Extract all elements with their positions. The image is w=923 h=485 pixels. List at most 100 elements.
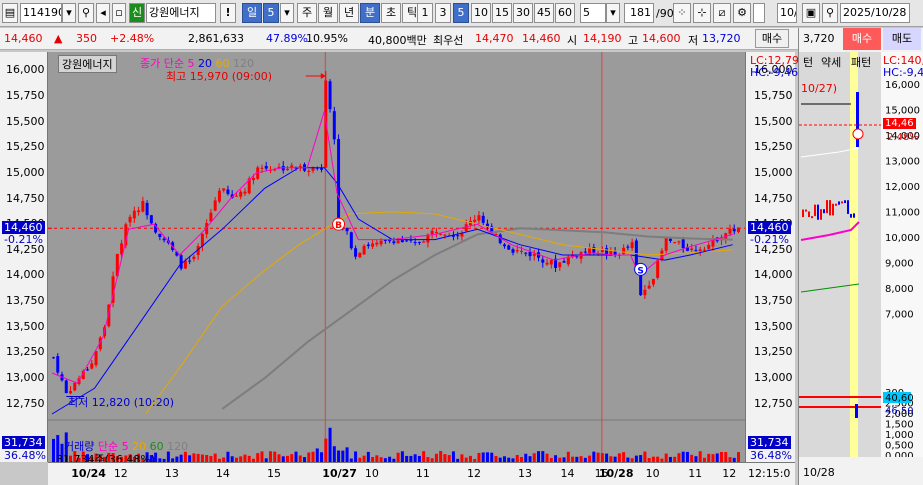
interval-1[interactable]: 1 bbox=[417, 3, 433, 23]
y-tick-left: 15,250 bbox=[6, 140, 45, 154]
high: 14,600 bbox=[642, 32, 681, 45]
volume-bar bbox=[639, 455, 643, 462]
candle-body bbox=[132, 210, 136, 219]
x-tick: 12 bbox=[722, 467, 737, 480]
search-icon-2[interactable]: ⚲ bbox=[822, 3, 838, 23]
candle-body bbox=[298, 165, 302, 167]
x-axis: 10/24 12 13 14 15 10/27 10 11 12 13 14 15 10/28 10 11 1… bbox=[48, 462, 795, 485]
candle-body bbox=[524, 252, 528, 254]
search-icon[interactable]: ⚲ bbox=[78, 3, 94, 23]
period-num[interactable]: 5 bbox=[263, 3, 279, 23]
candle-body bbox=[392, 241, 396, 244]
volume-bar bbox=[311, 451, 315, 462]
y-tick-left: 16,000 bbox=[6, 63, 45, 77]
volume-bar bbox=[707, 453, 711, 462]
candle-body bbox=[502, 244, 506, 247]
save-icon[interactable]: ▣ bbox=[802, 3, 820, 23]
y-tick-left: 13,750 bbox=[6, 294, 45, 308]
x-tick: 12 bbox=[466, 467, 481, 480]
chart-type-icon[interactable]: ⧄ bbox=[713, 3, 731, 23]
candle-body bbox=[128, 216, 132, 223]
candle-body bbox=[413, 242, 417, 244]
volume-bar bbox=[643, 451, 647, 462]
settings-icon[interactable]: ⚙ bbox=[733, 3, 751, 23]
volume-bar bbox=[541, 451, 545, 462]
menu-icon[interactable]: ▤ bbox=[2, 3, 18, 23]
volume-bar bbox=[315, 448, 319, 462]
volume-bar bbox=[354, 451, 358, 462]
y-tick-left: 14,000 bbox=[6, 268, 45, 282]
count-input[interactable]: 181 bbox=[624, 3, 654, 23]
candle-body bbox=[243, 191, 247, 194]
period-dropdown-icon[interactable]: ▾ bbox=[280, 3, 294, 23]
interval-dropdown-icon[interactable]: ▾ bbox=[606, 3, 620, 23]
price-chart[interactable]: BS 강원에너지 종가 단순 5 20 60 120 최고 15,970 (09… bbox=[48, 52, 745, 466]
interval-15[interactable]: 15 bbox=[492, 3, 512, 23]
lock-icon[interactable]: ▫ bbox=[112, 3, 126, 23]
y-tick-left: 14,750 bbox=[6, 191, 45, 205]
volume-icon[interactable]: ◂ bbox=[96, 3, 110, 23]
y-tick-left: 13,500 bbox=[6, 319, 45, 333]
candle-body bbox=[239, 191, 243, 197]
side-tab-1[interactable]: 약세 bbox=[821, 54, 841, 70]
stock-code-input[interactable]: 114190 bbox=[20, 3, 62, 23]
volume-bar bbox=[737, 452, 740, 462]
candle-body bbox=[332, 111, 336, 140]
period-month[interactable]: 월 bbox=[318, 3, 338, 23]
candle-body bbox=[396, 240, 400, 244]
interval-30[interactable]: 30 bbox=[513, 3, 533, 23]
candle-body bbox=[281, 166, 285, 171]
alert-button[interactable]: ! bbox=[220, 3, 236, 23]
period-second[interactable]: 초 bbox=[381, 3, 401, 23]
period-year[interactable]: 년 bbox=[339, 3, 359, 23]
period-week[interactable]: 주 bbox=[297, 3, 317, 23]
period-minute[interactable]: 분 bbox=[360, 3, 380, 23]
interval-60[interactable]: 60 bbox=[555, 3, 575, 23]
period-day-button[interactable]: 일 bbox=[242, 3, 262, 23]
volume-bar bbox=[205, 454, 209, 462]
x-tick: 11 bbox=[688, 467, 703, 480]
volume-bar bbox=[188, 455, 192, 462]
volume-bar bbox=[592, 451, 596, 462]
crosshair-icon[interactable]: ⊹ bbox=[693, 3, 711, 23]
side-vol-tag: 40,60 bbox=[885, 393, 914, 404]
side-sell-button[interactable]: 매도 bbox=[883, 28, 921, 50]
buy-button[interactable]: 매수 bbox=[755, 29, 789, 48]
interval-5[interactable]: 5 bbox=[453, 3, 469, 23]
ma60-line bbox=[145, 211, 733, 415]
candle-body bbox=[549, 260, 553, 265]
candle-body bbox=[532, 253, 536, 256]
side-chart-canvas: 16,00015,00014,00013,00012,00011,00010,0… bbox=[799, 52, 920, 462]
side-vol-tick: 1,500 bbox=[885, 420, 914, 431]
side-price-tag: 14,46 bbox=[883, 118, 916, 129]
interval-10[interactable]: 10 bbox=[471, 3, 491, 23]
date-input-left[interactable]: 10/ bbox=[777, 3, 797, 23]
side-buy-button[interactable]: 매수 bbox=[843, 28, 881, 50]
side-chart[interactable]: 16,000 15,000 14,000 13,000 12,000 11,000 10,0… bbox=[799, 52, 923, 462]
volume-bar bbox=[256, 453, 260, 462]
candle-body bbox=[456, 235, 460, 237]
interval-45[interactable]: 45 bbox=[534, 3, 554, 23]
interval-input[interactable]: 5 bbox=[580, 3, 606, 23]
y-tick-left: 15,000 bbox=[6, 165, 45, 179]
candle-body bbox=[698, 249, 702, 252]
candle-body bbox=[209, 212, 213, 222]
volume-bar bbox=[332, 446, 336, 462]
candle-body bbox=[86, 369, 90, 371]
y-tick-left: 13,000 bbox=[6, 371, 45, 385]
open: 14,190 bbox=[583, 32, 622, 45]
side-candle bbox=[835, 203, 837, 206]
indicator-icon[interactable]: ⁘ bbox=[673, 3, 691, 23]
dropdown-arrow-icon[interactable]: ▾ bbox=[62, 3, 76, 23]
candle-body bbox=[69, 391, 73, 394]
stock-name-field[interactable]: 강원에너지 bbox=[146, 3, 216, 23]
date-input-right[interactable]: 2025/10/28 bbox=[840, 3, 910, 23]
side-tab-0[interactable]: 턴 bbox=[803, 54, 813, 70]
volume-bar bbox=[52, 438, 55, 462]
interval-3[interactable]: 3 bbox=[435, 3, 451, 23]
toolbar: ▤ 114190 ▾ ⚲ ◂ ▫ 신 강원에너지 ! 일 5 ▾ 주 월 년 분… bbox=[0, 0, 923, 27]
side-tab-2[interactable]: 패턴 bbox=[851, 54, 871, 70]
candle-body bbox=[647, 285, 651, 289]
volume-bar bbox=[268, 451, 272, 462]
checkbox[interactable] bbox=[753, 3, 765, 23]
